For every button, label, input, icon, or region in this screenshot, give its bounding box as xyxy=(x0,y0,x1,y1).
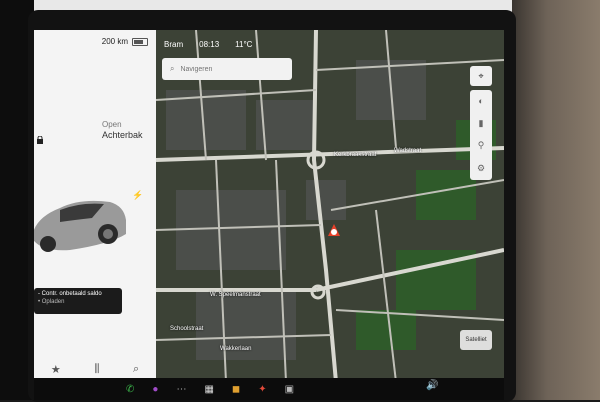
car-image xyxy=(34,200,126,252)
street-label: W. Speelmanstraat xyxy=(210,292,261,298)
street-label: Kerkbraakstraat xyxy=(334,152,377,158)
search-icon[interactable]: ⌕ xyxy=(133,363,139,376)
taskbar: ✆ ● ⋯ ▦ ◼ ✦ ▣ 🔊 xyxy=(34,378,504,400)
street-label: Wadstraat xyxy=(394,148,422,154)
pin-icon[interactable]: ⚲ xyxy=(478,140,485,151)
car-panel: 200 km Open Achterbak ⚡ - Contr. onbetaa… xyxy=(34,30,156,382)
lock-icon[interactable] xyxy=(36,136,44,144)
search-input[interactable] xyxy=(178,64,283,74)
bolt-icon: ⚡ xyxy=(132,190,144,200)
toybox-icon[interactable]: ✦ xyxy=(258,384,266,395)
touchscreen: 200 km Open Achterbak ⚡ - Contr. onbetaa… xyxy=(34,30,504,382)
calendar-icon[interactable]: ▦ xyxy=(204,384,213,395)
volume-icon[interactable]: 🔊 xyxy=(426,380,438,391)
navigation-search[interactable]: ⌕ xyxy=(162,58,292,80)
range-indicator: 200 km xyxy=(102,37,148,46)
notice-subtitle: • Opladen xyxy=(38,299,65,305)
app-icon[interactable]: ◼ xyxy=(232,384,240,395)
clock: 08:13 xyxy=(199,40,220,49)
street-label: Schoolstraat xyxy=(170,326,204,332)
map-mode-button[interactable]: Satelliet xyxy=(460,330,492,350)
dashcam-icon[interactable]: ▣ xyxy=(285,384,294,395)
layers-icon[interactable]: ◐ xyxy=(478,96,483,106)
satellite-map[interactable] xyxy=(156,30,504,382)
trunk-label[interactable]: Achterbak xyxy=(102,130,143,140)
compass-icon[interactable]: ⌖ xyxy=(470,66,492,86)
camera-icon[interactable]: ● xyxy=(152,384,158,395)
star-icon[interactable]: ★ xyxy=(51,363,61,376)
range-text: 200 km xyxy=(101,37,128,46)
status-bar: Bram 08:13 11°C xyxy=(164,40,252,49)
user-name[interactable]: Bram xyxy=(164,40,183,49)
gear-icon[interactable]: ⚙ xyxy=(477,163,485,174)
background-right xyxy=(512,0,600,400)
trunk-open-label[interactable]: Open xyxy=(102,120,122,129)
more-icon[interactable]: ⋯ xyxy=(176,384,186,395)
car-location-marker xyxy=(328,224,340,236)
phone-icon[interactable]: ✆ xyxy=(126,384,134,395)
street-label: Wakkerlaan xyxy=(220,346,252,352)
temperature: 11°C xyxy=(235,40,253,49)
search-icon: ⌕ xyxy=(170,64,175,73)
equalizer-icon[interactable]: ⫼ xyxy=(94,363,99,376)
battery-icon xyxy=(132,37,148,46)
traffic-icon[interactable]: ▮ xyxy=(479,118,484,129)
notice-title: - Contr. onbetaald saldo xyxy=(38,291,102,297)
alert-notice[interactable]: - Contr. onbetaald saldo • Opladen xyxy=(34,288,122,314)
map-imagery xyxy=(156,30,504,382)
map-controls: ◐ ▮ ⚲ ⚙ xyxy=(470,90,492,180)
